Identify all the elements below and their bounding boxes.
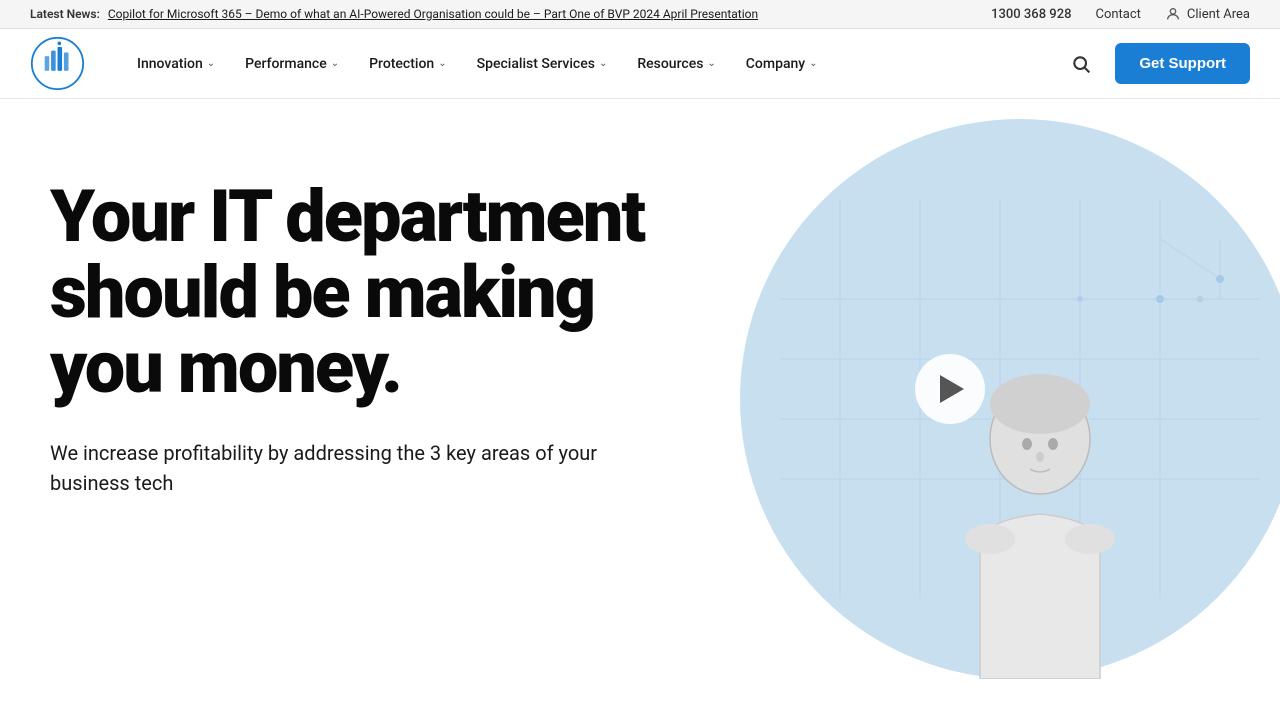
top-bar-right: 1300 368 928 Contact Client Area [991, 6, 1250, 22]
nav-label-company: Company [746, 56, 805, 72]
nav-item-innovation[interactable]: Innovation ⌄ [125, 48, 227, 80]
latest-news-label: Latest News: [30, 7, 100, 21]
hero-title: Your IT department should be making you … [50, 179, 664, 406]
play-button[interactable] [915, 354, 985, 424]
client-area-label: Client Area [1187, 7, 1250, 22]
nav-label-performance: Performance [245, 56, 327, 72]
navbar: Innovation ⌄ Performance ⌄ Protection ⌄ … [0, 29, 1280, 99]
hero-content: Your IT department should be making you … [0, 99, 704, 538]
logo[interactable] [30, 36, 85, 91]
navbar-left: Innovation ⌄ Performance ⌄ Protection ⌄ … [30, 36, 830, 91]
logo-svg [30, 36, 85, 91]
top-bar: Latest News: Copilot for Microsoft 365 –… [0, 0, 1280, 29]
hero-section: Your IT department should be making you … [0, 99, 1280, 679]
nav-label-innovation: Innovation [137, 56, 203, 72]
top-bar-left: Latest News: Copilot for Microsoft 365 –… [30, 7, 758, 21]
news-link[interactable]: Copilot for Microsoft 365 – Demo of what… [108, 7, 758, 21]
hero-subtitle: We increase profitability by addressing … [50, 438, 664, 498]
contact-link[interactable]: Contact [1095, 7, 1140, 22]
navbar-right: Get Support [1063, 43, 1250, 84]
chevron-down-icon: ⌄ [707, 58, 715, 69]
nav-menu: Innovation ⌄ Performance ⌄ Protection ⌄ … [125, 48, 830, 80]
hero-illustration [620, 99, 1280, 679]
nav-label-protection: Protection [369, 56, 434, 72]
user-icon [1165, 6, 1181, 22]
nav-item-performance[interactable]: Performance ⌄ [233, 48, 351, 80]
search-icon [1071, 54, 1091, 74]
nav-item-protection[interactable]: Protection ⌄ [357, 48, 458, 80]
chevron-down-icon: ⌄ [331, 58, 339, 69]
nav-label-specialist-services: Specialist Services [477, 56, 595, 72]
client-area-link[interactable]: Client Area [1165, 6, 1250, 22]
get-support-button[interactable]: Get Support [1115, 43, 1250, 84]
nav-label-resources: Resources [637, 56, 703, 72]
chevron-down-icon: ⌄ [599, 58, 607, 69]
chevron-down-icon: ⌄ [207, 58, 215, 69]
chevron-down-icon: ⌄ [809, 58, 817, 69]
nav-item-resources[interactable]: Resources ⌄ [625, 48, 727, 80]
play-icon [940, 375, 964, 403]
phone-number: 1300 368 928 [991, 7, 1071, 22]
chevron-down-icon: ⌄ [438, 58, 446, 69]
nav-item-company[interactable]: Company ⌄ [734, 48, 830, 80]
nav-item-specialist-services[interactable]: Specialist Services ⌄ [465, 48, 620, 80]
search-button[interactable] [1063, 46, 1099, 82]
